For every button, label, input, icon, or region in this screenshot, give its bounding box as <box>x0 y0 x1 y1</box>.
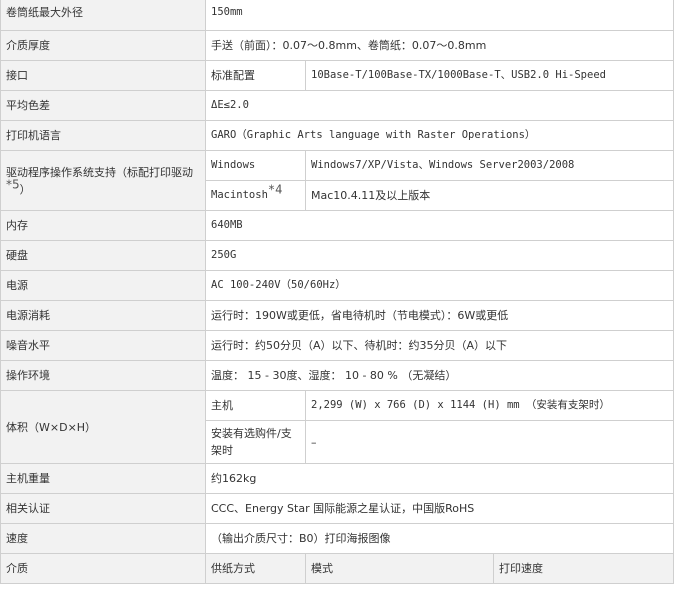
table-row: 体积（W×D×H） 主机 2,299 (W) x 766 (D) x 1144 … <box>0 390 674 464</box>
row-value: 640MB <box>205 210 674 241</box>
table-row: 电源 AC 100-240V（50/60Hz） <box>0 270 674 301</box>
table-row: 平均色差 ΔE≤2.0 <box>0 90 674 121</box>
table-row: 操作环境 温度： 15 - 30度、湿度： 10 - 80 % （无凝结） <box>0 360 674 391</box>
table-row: 介质厚度 手送（前面）：0.07～0.8mm、卷筒纸：0.07～0.8mm <box>0 30 674 61</box>
row-value: 约162kg <box>205 463 674 494</box>
row-sublabel: 主机 <box>205 390 306 421</box>
table-row: 噪音水平 运行时：约50分贝（A）以下、待机时：约35分贝（A）以下 <box>0 330 674 361</box>
row-value: 手送（前面）：0.07～0.8mm、卷筒纸：0.07～0.8mm <box>205 30 674 61</box>
row-label: 硬盘 <box>0 240 206 271</box>
row-sublabel: Windows <box>205 150 306 181</box>
row-value: （输出介质尺寸：B0）打印海报图像 <box>205 523 674 554</box>
row-value: 温度： 15 - 30度、湿度： 10 - 80 % （无凝结） <box>205 360 674 391</box>
row-label: 噪音水平 <box>0 330 206 361</box>
table-row: 硬盘 250G <box>0 240 674 271</box>
row-value: Mac10.4.11及以上版本 <box>305 180 674 211</box>
row-label: 相关认证 <box>0 493 206 524</box>
row-label: 速度 <box>0 523 206 554</box>
row-value: CCC、Energy Star 国际能源之星认证，中国版RoHS <box>205 493 674 524</box>
table-row: 电源消耗 运行时：190W或更低，省电待机时（节电模式）：6W或更低 <box>0 300 674 331</box>
row-label: 主机重量 <box>0 463 206 494</box>
row-value: Windows7/XP/Vista、Windows Server2003/200… <box>305 150 674 181</box>
row-value: AC 100-240V（50/60Hz） <box>205 270 674 301</box>
row-sublabel: 安装有选购件/支架时 <box>205 420 306 464</box>
table-row: 速度 （输出介质尺寸：B0）打印海报图像 <box>0 523 674 554</box>
row-value: ΔE≤2.0 <box>205 90 674 121</box>
table-row: 内存 640MB <box>0 210 674 241</box>
spec-table: 卷筒纸最大外径 150mm 介质厚度 手送（前面）：0.07～0.8mm、卷筒纸… <box>0 0 674 584</box>
row-value: GARO（Graphic Arts language with Raster O… <box>205 120 674 151</box>
row-value: 运行时：约50分贝（A）以下、待机时：约35分贝（A）以下 <box>205 330 674 361</box>
table-row: 卷筒纸最大外径 150mm <box>0 0 674 31</box>
row-value: 150mm <box>205 0 674 31</box>
row-label: 操作环境 <box>0 360 206 391</box>
row-label: 接口 <box>0 60 206 91</box>
row-value: 2,299 (W) x 766 (D) x 1144 (H) mm （安装有支架… <box>305 390 674 421</box>
row-label: 平均色差 <box>0 90 206 121</box>
row-value: 250G <box>205 240 674 271</box>
row-label: 打印机语言 <box>0 120 206 151</box>
table-row: 相关认证 CCC、Energy Star 国际能源之星认证，中国版RoHS <box>0 493 674 524</box>
row-label: 卷筒纸最大外径 <box>0 0 206 31</box>
table-row: 接口 标准配置 10Base-T/100Base-TX/1000Base-T、U… <box>0 60 674 91</box>
table-row: 介质 供纸方式 模式 打印速度 <box>0 553 674 584</box>
column-header: 介质 <box>0 553 206 584</box>
row-label: 电源消耗 <box>0 300 206 331</box>
row-value: – <box>305 420 674 464</box>
row-value: 运行时：190W或更低，省电待机时（节电模式）：6W或更低 <box>205 300 674 331</box>
column-header: 模式 <box>305 553 494 584</box>
table-row: 驱动程序操作系统支持（标配打印驱动*5） Windows Windows7/XP… <box>0 150 674 211</box>
row-label: 介质厚度 <box>0 30 206 61</box>
row-sublabel: Macintosh*4 <box>205 180 306 211</box>
row-label: 内存 <box>0 210 206 241</box>
table-row: 主机重量 约162kg <box>0 463 674 494</box>
row-sublabel: 标准配置 <box>205 60 306 91</box>
table-row: 打印机语言 GARO（Graphic Arts language with Ra… <box>0 120 674 151</box>
footnote-mark: *4 <box>267 182 283 197</box>
row-value: 10Base-T/100Base-TX/1000Base-T、USB2.0 Hi… <box>305 60 674 91</box>
footnote-mark: *5 <box>6 176 20 191</box>
row-label: 电源 <box>0 270 206 301</box>
row-label: 驱动程序操作系统支持（标配打印驱动*5） <box>0 150 206 211</box>
column-header: 打印速度 <box>493 553 674 584</box>
column-header: 供纸方式 <box>205 553 306 584</box>
row-label: 体积（W×D×H） <box>0 390 206 464</box>
